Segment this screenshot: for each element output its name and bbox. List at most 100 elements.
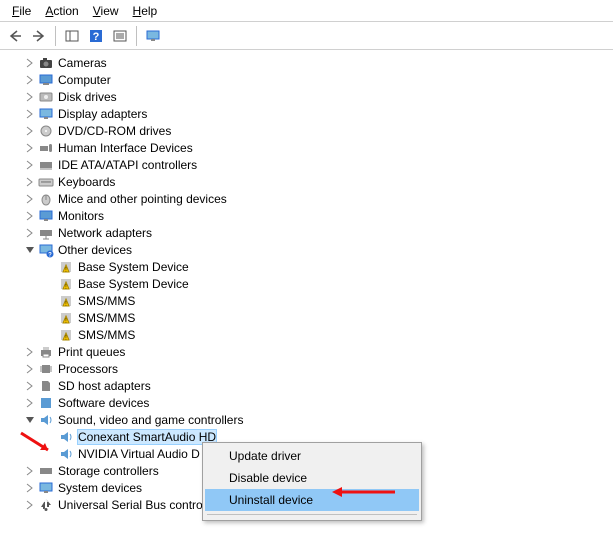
tree-item-keyboards[interactable]: Keyboards <box>4 173 613 190</box>
show-hide-button[interactable] <box>61 25 83 47</box>
tree-item-base-system-device[interactable]: ! Base System Device <box>4 275 613 292</box>
tree-item-hid[interactable]: Human Interface Devices <box>4 139 613 156</box>
tree-label: Keyboards <box>58 175 115 189</box>
tree-item-sms-mms[interactable]: ! SMS/MMS <box>4 309 613 326</box>
tree-label: Base System Device <box>78 277 189 291</box>
tree-item-other-devices[interactable]: ? Other devices <box>4 241 613 258</box>
tree-item-display-adapters[interactable]: Display adapters <box>4 105 613 122</box>
tree-item-ide[interactable]: IDE ATA/ATAPI controllers <box>4 156 613 173</box>
tree-label: SMS/MMS <box>78 294 135 308</box>
svg-text:?: ? <box>93 31 100 43</box>
panel-icon <box>64 28 80 44</box>
tree-label: Monitors <box>58 209 104 223</box>
tree-label: Display adapters <box>58 107 147 121</box>
tree-item-software-devices[interactable]: Software devices <box>4 394 613 411</box>
context-menu: Update driver Disable device Uninstall d… <box>202 442 422 521</box>
tree-label: Universal Serial Bus contro <box>58 498 203 512</box>
svg-text:?: ? <box>48 252 52 258</box>
expand-icon[interactable] <box>24 380 36 392</box>
tree-item-sd-host[interactable]: SD host adapters <box>4 377 613 394</box>
context-menu-disable-device[interactable]: Disable device <box>205 467 419 489</box>
warning-device-icon: ! <box>58 310 74 326</box>
mouse-icon <box>38 191 54 207</box>
tree-label: Software devices <box>58 396 149 410</box>
collapse-icon[interactable] <box>24 414 36 426</box>
help-button[interactable]: ? <box>85 25 107 47</box>
menu-action[interactable]: Action <box>39 3 84 19</box>
tree-item-monitors[interactable]: Monitors <box>4 207 613 224</box>
software-icon <box>38 395 54 411</box>
display-adapter-icon <box>38 106 54 122</box>
tree-label: Cameras <box>58 56 107 70</box>
sd-icon <box>38 378 54 394</box>
tree-label: Processors <box>58 362 118 376</box>
expand-icon[interactable] <box>24 482 36 494</box>
expand-icon[interactable] <box>24 159 36 171</box>
menu-help[interactable]: Help <box>127 3 164 19</box>
printer-icon <box>38 344 54 360</box>
monitor-icon <box>145 28 161 44</box>
camera-icon <box>38 55 54 71</box>
tree-item-disk-drives[interactable]: Disk drives <box>4 88 613 105</box>
warning-device-icon: ! <box>58 293 74 309</box>
expand-icon[interactable] <box>24 125 36 137</box>
collapse-icon[interactable] <box>24 244 36 256</box>
storage-icon <box>38 463 54 479</box>
menu-view[interactable]: View <box>87 3 125 19</box>
tree-item-mice[interactable]: Mice and other pointing devices <box>4 190 613 207</box>
other-device-icon: ? <box>38 242 54 258</box>
tree-label: IDE ATA/ATAPI controllers <box>58 158 197 172</box>
warning-device-icon: ! <box>58 259 74 275</box>
tree-label: Other devices <box>58 243 132 257</box>
context-menu-update-driver[interactable]: Update driver <box>205 445 419 467</box>
processor-icon <box>38 361 54 377</box>
tree-label: DVD/CD-ROM drives <box>58 124 171 138</box>
forward-button[interactable] <box>28 25 50 47</box>
tree-item-print-queues[interactable]: Print queues <box>4 343 613 360</box>
expand-icon[interactable] <box>24 176 36 188</box>
tree-item-dvd[interactable]: DVD/CD-ROM drives <box>4 122 613 139</box>
expand-icon[interactable] <box>24 227 36 239</box>
sound-icon <box>58 446 74 462</box>
tree-label: SD host adapters <box>58 379 151 393</box>
tree-item-processors[interactable]: Processors <box>4 360 613 377</box>
context-menu-uninstall-device[interactable]: Uninstall device <box>205 489 419 511</box>
expand-icon[interactable] <box>24 142 36 154</box>
expand-icon[interactable] <box>24 346 36 358</box>
tree-label: Base System Device <box>78 260 189 274</box>
tree-label: Sound, video and game controllers <box>58 413 243 427</box>
back-arrow-icon <box>7 28 23 44</box>
system-icon <box>38 480 54 496</box>
properties-icon <box>112 28 128 44</box>
expand-icon[interactable] <box>24 57 36 69</box>
tree-item-computer[interactable]: Computer <box>4 71 613 88</box>
usb-icon <box>38 497 54 513</box>
expand-icon[interactable] <box>24 108 36 120</box>
expand-icon[interactable] <box>24 363 36 375</box>
computer-icon <box>38 72 54 88</box>
tree-item-base-system-device[interactable]: ! Base System Device <box>4 258 613 275</box>
expand-icon[interactable] <box>24 465 36 477</box>
expand-icon[interactable] <box>24 193 36 205</box>
tree-item-sound-controllers[interactable]: Sound, video and game controllers <box>4 411 613 428</box>
toolbar: ? <box>0 22 613 50</box>
tree-label: Mice and other pointing devices <box>58 192 227 206</box>
tree-item-sms-mms[interactable]: ! SMS/MMS <box>4 326 613 343</box>
tree-item-sms-mms[interactable]: ! SMS/MMS <box>4 292 613 309</box>
context-menu-separator <box>207 514 417 515</box>
expand-icon[interactable] <box>24 91 36 103</box>
properties-button[interactable] <box>109 25 131 47</box>
back-button[interactable] <box>4 25 26 47</box>
tree-item-cameras[interactable]: Cameras <box>4 54 613 71</box>
hid-icon <box>38 140 54 156</box>
tree-item-network[interactable]: Network adapters <box>4 224 613 241</box>
expand-icon[interactable] <box>24 74 36 86</box>
tree-label: Computer <box>58 73 111 87</box>
menu-file[interactable]: File <box>6 3 37 19</box>
monitor-icon <box>38 208 54 224</box>
disk-icon <box>38 89 54 105</box>
expand-icon[interactable] <box>24 499 36 511</box>
expand-icon[interactable] <box>24 210 36 222</box>
expand-icon[interactable] <box>24 397 36 409</box>
scan-hardware-button[interactable] <box>142 25 164 47</box>
